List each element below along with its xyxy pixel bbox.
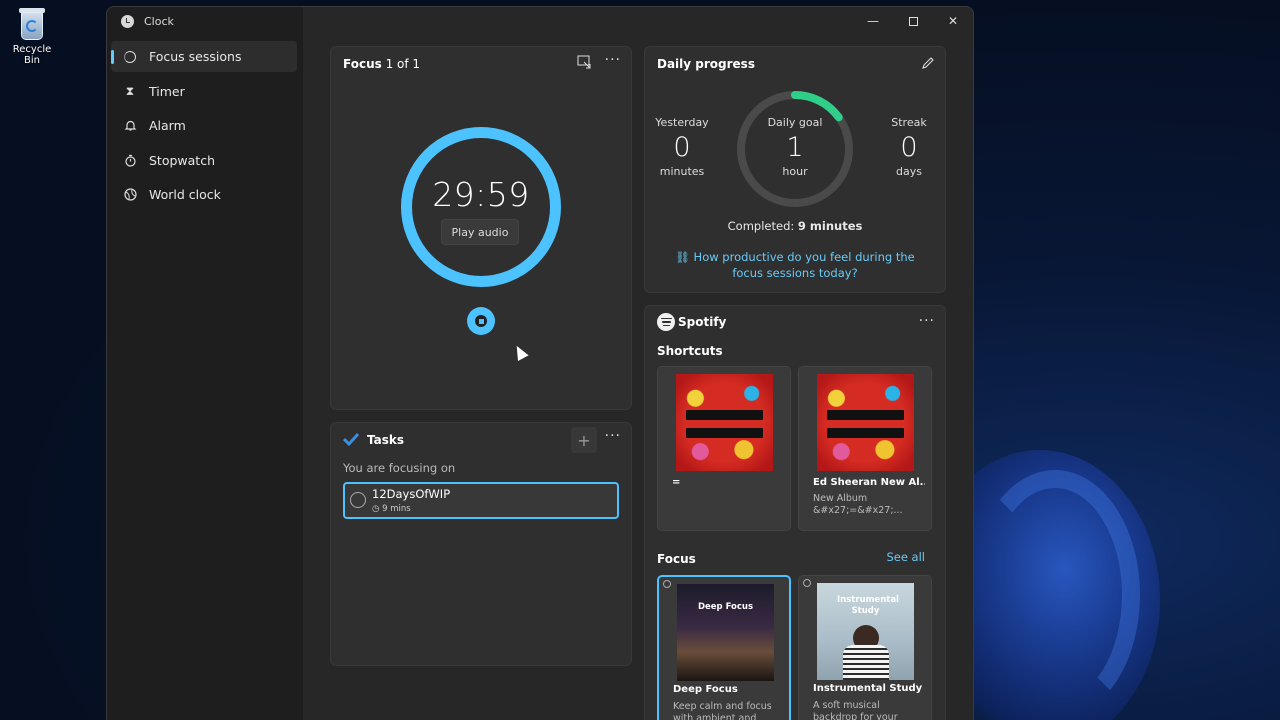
stopwatch-icon (123, 153, 137, 167)
sidebar-item-label: Focus sessions (149, 49, 242, 64)
recycle-bin-shortcut[interactable]: Recycle Bin (4, 4, 60, 66)
tasks-more-button[interactable]: ··· (605, 428, 621, 444)
album-art (676, 374, 773, 471)
plus-icon: + (577, 430, 591, 450)
todo-check-icon (343, 432, 359, 446)
spotify-card: Spotify ··· Shortcuts = Ed Sheeran New A… (644, 305, 946, 720)
streak-stat: Streak 0 days (891, 116, 927, 178)
sidebar-item-label: Timer (149, 83, 185, 99)
yesterday-stat: Yesterday 0 minutes (655, 116, 709, 178)
stop-session-button[interactable] (467, 307, 495, 335)
stop-icon (475, 315, 487, 327)
hourglass-icon: ⧗ (125, 83, 135, 98)
shortcut-title: Ed Sheeran New Al... (813, 477, 925, 488)
window-title: Clock (144, 15, 174, 28)
shortcut-tile[interactable]: = (657, 366, 791, 531)
minimize-button[interactable]: — (853, 7, 893, 35)
task-name: 12DaysOfWIP (372, 487, 451, 501)
maximize-button[interactable] (893, 7, 933, 35)
feedback-icon: ⛓ (675, 250, 694, 264)
task-time: ◷ 9 mins (372, 504, 411, 514)
titlebar: Clock (121, 15, 174, 28)
globe-icon (123, 188, 137, 202)
edit-goal-button[interactable] (921, 55, 937, 71)
shortcut-subtitle: New Album &#x27;=&#x27;... (813, 493, 903, 516)
focusing-on-label: You are focusing on (343, 461, 456, 475)
shortcut-title: = (672, 477, 681, 488)
clock-window: Clock Focus sessions ⧗ Timer Alarm Stopw… (106, 6, 974, 720)
sidebar-item-stopwatch[interactable]: Stopwatch (111, 145, 297, 176)
focus-indicator-icon (803, 579, 811, 587)
daily-progress-card: Daily progress Yesterday 0 minutes Daily… (644, 46, 946, 293)
shortcuts-label: Shortcuts (657, 344, 723, 358)
playlist-title: Deep Focus (673, 684, 738, 695)
mouse-cursor (511, 343, 529, 361)
playlist-tile-instrumental-study[interactable]: Instrumental Study Instrumental Study A … (798, 575, 932, 720)
timer-countdown: 29:59 (432, 175, 530, 214)
compact-mode-button[interactable] (577, 55, 593, 71)
playlist-description: Keep calm and focus with ambient and (673, 701, 772, 720)
completed-summary: Completed: 9 minutes (727, 219, 863, 233)
focus-timer-card: Focus 1 of 1 ··· 29:59 Play audio (330, 46, 632, 410)
sidebar: Clock Focus sessions ⧗ Timer Alarm Stopw… (107, 7, 303, 720)
sidebar-item-world-clock[interactable]: World clock (111, 179, 297, 210)
spotify-icon (657, 313, 675, 331)
feedback-link[interactable]: ⛓ How productive do you feel during the … (665, 249, 925, 281)
spotify-more-button[interactable]: ··· (919, 313, 935, 329)
main-content: — ✕ Focus 1 of 1 ··· 29:59 Play audio Da… (303, 7, 973, 720)
task-complete-checkbox[interactable] (350, 492, 366, 508)
spotify-logo: Spotify (657, 313, 726, 331)
focus-card-title: Focus 1 of 1 (343, 57, 421, 71)
sidebar-item-label: Alarm (149, 118, 186, 133)
sidebar-item-alarm[interactable]: Alarm (111, 110, 297, 141)
task-item[interactable]: 12DaysOfWIP ◷ 9 mins (343, 482, 619, 519)
playlist-tile-deep-focus[interactable]: Deep Focus Deep Focus Keep calm and focu… (657, 575, 791, 720)
sidebar-item-focus-sessions[interactable]: Focus sessions (111, 41, 297, 72)
sidebar-item-timer[interactable]: ⧗ Timer (111, 76, 297, 107)
close-button[interactable]: ✕ (933, 7, 973, 35)
focus-icon (123, 50, 137, 64)
playlist-art: Instrumental Study (817, 583, 914, 680)
daily-progress-title: Daily progress (657, 57, 755, 71)
daily-goal-stat: Daily goal 1 hour (767, 116, 823, 178)
sidebar-item-label: Stopwatch (149, 152, 215, 168)
window-controls: — ✕ (853, 7, 973, 35)
tasks-card: Tasks + ··· You are focusing on 12DaysOf… (330, 422, 632, 666)
album-art (817, 374, 914, 471)
shortcut-tile[interactable]: Ed Sheeran New Al... New Album &#x27;=&#… (798, 366, 932, 531)
clock-app-icon (121, 15, 134, 28)
nav-list: Focus sessions ⧗ Timer Alarm Stopwatch W… (111, 41, 297, 214)
add-task-button[interactable]: + (571, 427, 597, 453)
recycle-bin-icon (17, 4, 47, 40)
pencil-icon (922, 57, 934, 69)
compact-overlay-icon (577, 55, 591, 69)
playlist-description: A soft musical backdrop for your (813, 700, 898, 720)
see-all-link[interactable]: See all (886, 550, 925, 564)
bell-icon (123, 119, 137, 133)
sidebar-item-label: World clock (149, 187, 221, 202)
wallpaper-swirl-highlight (970, 470, 1140, 720)
recycle-bin-label: Recycle Bin (12, 44, 52, 66)
focus-indicator-icon (663, 580, 671, 588)
tasks-title: Tasks (367, 433, 405, 447)
play-audio-button[interactable]: Play audio (441, 219, 519, 245)
more-options-button[interactable]: ··· (605, 52, 621, 68)
playlist-art: Deep Focus (677, 584, 774, 681)
playlist-title: Instrumental Study (813, 683, 923, 694)
focus-playlists-label: Focus (657, 552, 696, 566)
